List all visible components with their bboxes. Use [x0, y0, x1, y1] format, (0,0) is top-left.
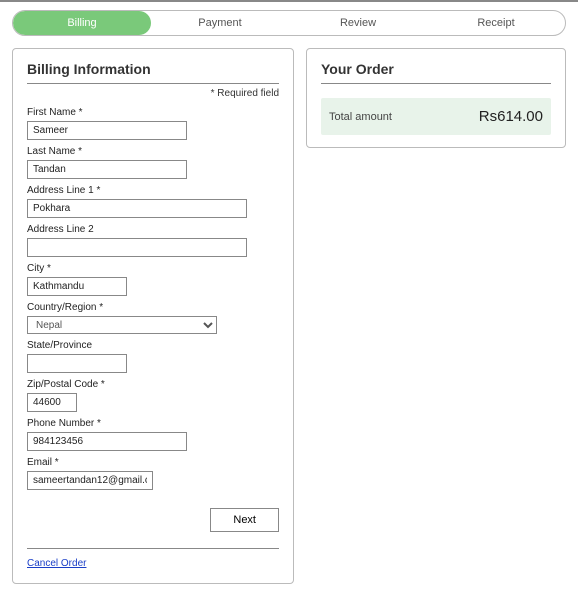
- first-name-label: First Name *: [27, 107, 279, 118]
- step-review[interactable]: Review: [289, 11, 427, 35]
- state-input[interactable]: [27, 354, 127, 373]
- address1-input[interactable]: [27, 199, 247, 218]
- step-receipt[interactable]: Receipt: [427, 11, 565, 35]
- phone-label: Phone Number *: [27, 418, 279, 429]
- address1-label: Address Line 1 *: [27, 185, 279, 196]
- order-title: Your Order: [321, 61, 551, 77]
- step-payment[interactable]: Payment: [151, 11, 289, 35]
- cancel-order-link[interactable]: Cancel Order: [27, 558, 86, 569]
- state-label: State/Province: [27, 340, 279, 351]
- billing-panel: Billing Information * Required field Fir…: [12, 48, 294, 584]
- zip-input[interactable]: [27, 393, 77, 412]
- divider: [27, 83, 279, 84]
- order-panel: Your Order Total amount Rs614.00: [306, 48, 566, 148]
- zip-label: Zip/Postal Code *: [27, 379, 279, 390]
- billing-title: Billing Information: [27, 61, 279, 77]
- phone-input[interactable]: [27, 432, 187, 451]
- order-total-row: Total amount Rs614.00: [321, 98, 551, 135]
- first-name-input[interactable]: [27, 121, 187, 140]
- address2-input[interactable]: [27, 238, 247, 257]
- address2-label: Address Line 2: [27, 224, 279, 235]
- last-name-label: Last Name *: [27, 146, 279, 157]
- city-label: City *: [27, 263, 279, 274]
- order-total-amount: Rs614.00: [479, 108, 543, 125]
- checkout-steps: Billing Payment Review Receipt: [12, 10, 566, 36]
- last-name-input[interactable]: [27, 160, 187, 179]
- order-total-label: Total amount: [329, 111, 392, 123]
- city-input[interactable]: [27, 277, 127, 296]
- divider: [27, 548, 279, 549]
- divider: [321, 83, 551, 84]
- email-input[interactable]: [27, 471, 153, 490]
- country-select[interactable]: Nepal: [27, 316, 217, 334]
- step-billing[interactable]: Billing: [13, 11, 151, 35]
- next-button[interactable]: Next: [210, 508, 279, 532]
- email-label: Email *: [27, 457, 279, 468]
- required-hint: * Required field: [27, 88, 279, 99]
- country-label: Country/Region *: [27, 302, 279, 313]
